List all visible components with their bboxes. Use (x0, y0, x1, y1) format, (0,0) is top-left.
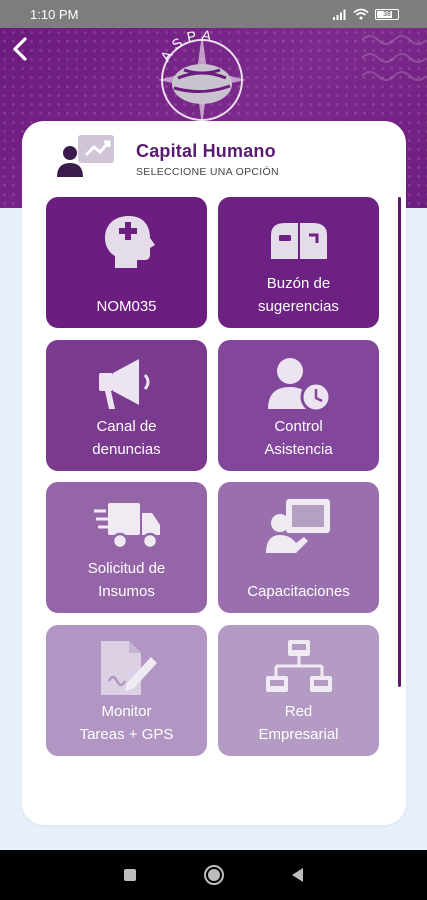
network-icon (265, 640, 332, 692)
scrollbar[interactable] (398, 197, 401, 687)
presentation-person-icon (57, 135, 114, 177)
status-icons: 38 (333, 8, 399, 20)
megaphone-icon (98, 359, 149, 409)
tile-label: NOM035 (96, 298, 157, 315)
delivery-truck-icon (93, 503, 160, 550)
tile-red-empresarial[interactable]: Red Empresarial (218, 625, 379, 756)
battery-level: 38 (383, 10, 391, 18)
tile-label: Red Empresarial (258, 703, 339, 743)
card-subtitle: SELECCIONE UNA OPCIÓN (136, 165, 279, 178)
tile-label: Control Asistencia (264, 418, 333, 458)
tile-label: Solicitud de Insumos (87, 560, 166, 600)
tile-label: Capacitaciones (247, 583, 350, 600)
tile-solicitud-insumos[interactable]: Solicitud de Insumos (46, 482, 207, 613)
logo-text: ASPA (157, 26, 213, 64)
tile-monitor-tareas-gps[interactable]: Monitor Tareas + GPS (46, 625, 207, 756)
tile-nom035[interactable]: NOM035 (46, 197, 207, 328)
home-button[interactable] (204, 865, 224, 885)
status-bar: 1:10 PM 38 (0, 0, 427, 28)
battery-icon: 38 (375, 8, 399, 20)
tile-label: Monitor Tareas + GPS (79, 703, 174, 743)
tile-buzon-sugerencias[interactable]: Buzón de sugerencias (218, 197, 379, 328)
user-clock-icon (267, 358, 331, 413)
chevron-left-icon (13, 37, 27, 61)
back-button[interactable] (8, 34, 32, 64)
status-time: 1:10 PM (30, 6, 79, 22)
mailbox-icon (270, 223, 327, 259)
tile-capacitaciones[interactable]: Capacitaciones (218, 482, 379, 613)
card-header: Capital Humano SELECCIONE UNA OPCIÓN (56, 133, 279, 183)
recents-button[interactable] (124, 869, 136, 881)
tile-control-asistencia[interactable]: Control Asistencia (218, 340, 379, 471)
header-waves (361, 35, 427, 81)
tile-canal-denuncias[interactable]: Canal de denuncias (46, 340, 207, 471)
card-title: Capital Humano (136, 140, 276, 161)
trainer-board-icon (265, 499, 330, 553)
tile-label: Canal de denuncias (92, 418, 161, 458)
wifi-icon (353, 8, 369, 20)
aspa-logo: ASPA (157, 26, 246, 126)
head-plus-icon (104, 216, 155, 268)
signal-icon (333, 9, 346, 20)
system-nav-bar (0, 850, 427, 900)
svg-text:ASPA: ASPA (157, 26, 218, 64)
system-back-button[interactable] (292, 868, 303, 882)
document-sign-icon (100, 641, 157, 695)
tile-label: Buzón de sugerencias (258, 275, 339, 315)
